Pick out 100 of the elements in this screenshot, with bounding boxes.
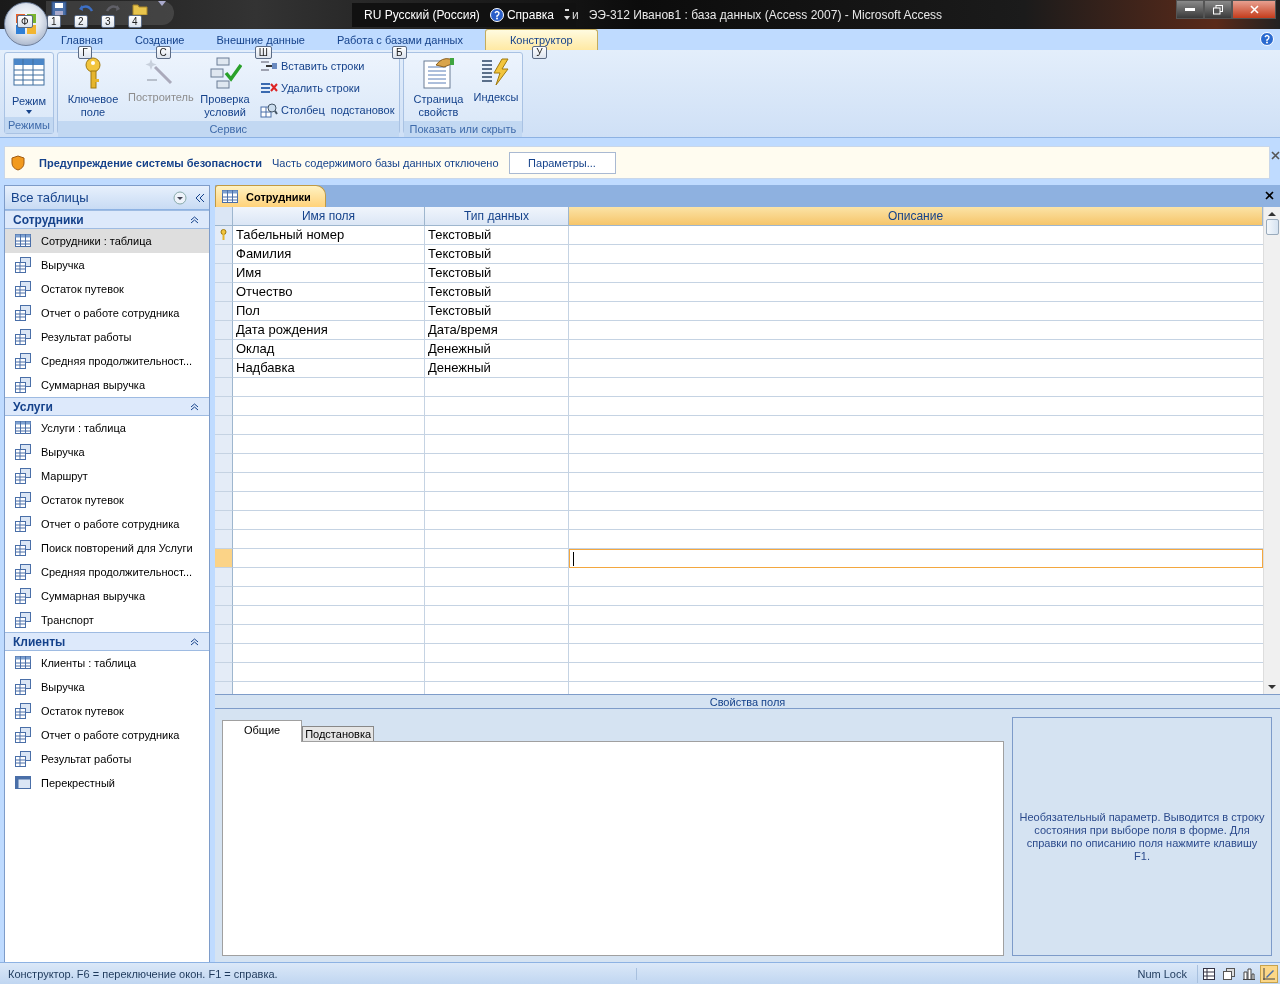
key-tip: Б bbox=[392, 46, 407, 59]
office-button[interactable]: Ф bbox=[4, 2, 48, 46]
row-selector[interactable] bbox=[215, 245, 233, 264]
document-tab[interactable]: Сотрудники bbox=[215, 185, 326, 207]
toolbar-button[interactable] bbox=[131, 1, 149, 15]
row-selector[interactable] bbox=[215, 397, 233, 416]
group-label: Сервис bbox=[58, 121, 399, 137]
pivot-chart-icon bbox=[1243, 967, 1255, 980]
language-indicator[interactable]: RU Русский (Россия) bbox=[364, 7, 480, 22]
collapse-icon[interactable] bbox=[195, 192, 205, 203]
input-field[interactable] bbox=[569, 549, 1263, 568]
row-selector[interactable] bbox=[215, 321, 233, 340]
num-lock-indicator: Num Lock bbox=[636, 967, 1197, 980]
row-selector[interactable] bbox=[215, 644, 233, 663]
table-cell: Текстовый bbox=[425, 283, 569, 302]
close-button[interactable] bbox=[1232, 0, 1276, 19]
help-button[interactable]: Справка bbox=[489, 7, 554, 22]
warning-message: Часть содержимого базы данных отключено bbox=[271, 156, 499, 169]
help-text: Необязательный параметр. Выводится в строку состояния при выборе поля в форме. Для справки по описанию поля нажмите клавишу F1. bbox=[1019, 810, 1265, 863]
tab[interactable]: Подстановка bbox=[302, 726, 375, 741]
close-button[interactable] bbox=[1271, 151, 1280, 161]
group-label: Режимы bbox=[5, 117, 53, 133]
scroll-down-icon bbox=[1268, 684, 1276, 690]
navigation-item[interactable]: Сотрудники : таблица bbox=[5, 229, 209, 253]
row-selector[interactable] bbox=[215, 378, 233, 397]
row-selector[interactable] bbox=[215, 454, 233, 473]
column-header: Тип данных bbox=[425, 207, 569, 226]
row-selector[interactable] bbox=[215, 264, 233, 283]
query-icon bbox=[15, 751, 31, 767]
navigation-group[interactable]: Клиенты bbox=[5, 632, 209, 651]
row-selector[interactable] bbox=[215, 416, 233, 435]
datasheet-view-icon bbox=[1203, 967, 1215, 980]
minimize-button[interactable] bbox=[1176, 0, 1204, 19]
query-icon bbox=[15, 377, 31, 393]
toolbar-button[interactable] bbox=[50, 1, 68, 15]
row-selector[interactable] bbox=[215, 492, 233, 511]
row-selector[interactable] bbox=[215, 340, 233, 359]
navigation-group[interactable]: Услуги bbox=[5, 397, 209, 416]
row-selector[interactable] bbox=[215, 283, 233, 302]
row-selector[interactable] bbox=[215, 530, 233, 549]
help-icon[interactable] bbox=[1260, 32, 1274, 46]
crosstab-icon bbox=[15, 776, 31, 790]
row-selector[interactable] bbox=[215, 226, 233, 245]
shield-icon bbox=[11, 154, 25, 171]
row-selector[interactable] bbox=[215, 568, 233, 587]
column-header: Описание bbox=[569, 207, 1263, 226]
ribbon-button[interactable]: Удалить строки bbox=[258, 79, 397, 97]
query-icon bbox=[15, 444, 31, 460]
design-view-icon bbox=[1263, 967, 1275, 980]
table-cell: Текстовый bbox=[425, 226, 569, 245]
row-selector[interactable] bbox=[215, 359, 233, 378]
navigation-group[interactable]: Сотрудники bbox=[5, 210, 209, 229]
ribbon-button[interactable]: Страница свойств bbox=[405, 55, 472, 121]
close-icon bbox=[1265, 191, 1274, 200]
title-fragment: и bbox=[571, 7, 579, 22]
key-icon bbox=[83, 57, 103, 89]
table-icon bbox=[15, 234, 31, 248]
query-icon bbox=[15, 281, 31, 297]
row-selector[interactable] bbox=[215, 606, 233, 625]
table-cell: Денежный bbox=[425, 359, 569, 378]
lookup-column-icon bbox=[260, 102, 278, 118]
table-cell: Текстовый bbox=[425, 302, 569, 321]
section-title: Свойства поля bbox=[215, 695, 1280, 709]
key-tip: Ф bbox=[17, 15, 33, 28]
table-cell: Оклад bbox=[233, 340, 425, 359]
dropdown-icon bbox=[158, 1, 166, 7]
tab[interactable]: Общие bbox=[222, 720, 303, 742]
row-selector[interactable] bbox=[215, 587, 233, 606]
close-button[interactable] bbox=[1265, 191, 1274, 200]
window-title: ЭЭ-312 Иванов1 : база данных (Access 2007) - Microsoft Access bbox=[588, 7, 944, 22]
query-icon bbox=[15, 257, 31, 273]
query-icon bbox=[15, 588, 31, 604]
ribbon-button[interactable]: Индексы bbox=[471, 55, 521, 106]
column-header: Имя поля bbox=[233, 207, 425, 226]
row-selector[interactable] bbox=[215, 473, 233, 492]
row-selector[interactable] bbox=[215, 302, 233, 321]
row-selector[interactable] bbox=[215, 663, 233, 682]
row-selector[interactable] bbox=[215, 625, 233, 644]
row-selector[interactable] bbox=[215, 435, 233, 454]
scroll-up-icon bbox=[1268, 211, 1276, 217]
options-button[interactable]: Параметры... bbox=[508, 151, 616, 174]
row-selector[interactable] bbox=[215, 549, 233, 568]
table-icon bbox=[222, 189, 238, 204]
dropdown-icon[interactable] bbox=[173, 190, 187, 205]
wand-icon bbox=[143, 57, 175, 87]
query-icon bbox=[15, 727, 31, 743]
ribbon-button[interactable]: Вставить строки bbox=[258, 57, 397, 75]
ribbon-button[interactable]: Режим bbox=[7, 55, 51, 116]
row-selector[interactable] bbox=[215, 511, 233, 530]
query-icon bbox=[15, 305, 31, 321]
pivot-table-icon bbox=[1223, 967, 1235, 980]
query-icon bbox=[15, 564, 31, 580]
ribbon-button[interactable]: Столбец подстановок bbox=[258, 101, 397, 119]
table-cell: Надбавка bbox=[233, 359, 425, 378]
query-icon bbox=[15, 353, 31, 369]
key-tip: Ш bbox=[254, 46, 272, 59]
key-tip: 3 bbox=[101, 15, 115, 28]
text-cursor bbox=[573, 551, 574, 566]
maximize-button[interactable] bbox=[1204, 0, 1232, 19]
indexes-icon bbox=[479, 57, 512, 87]
